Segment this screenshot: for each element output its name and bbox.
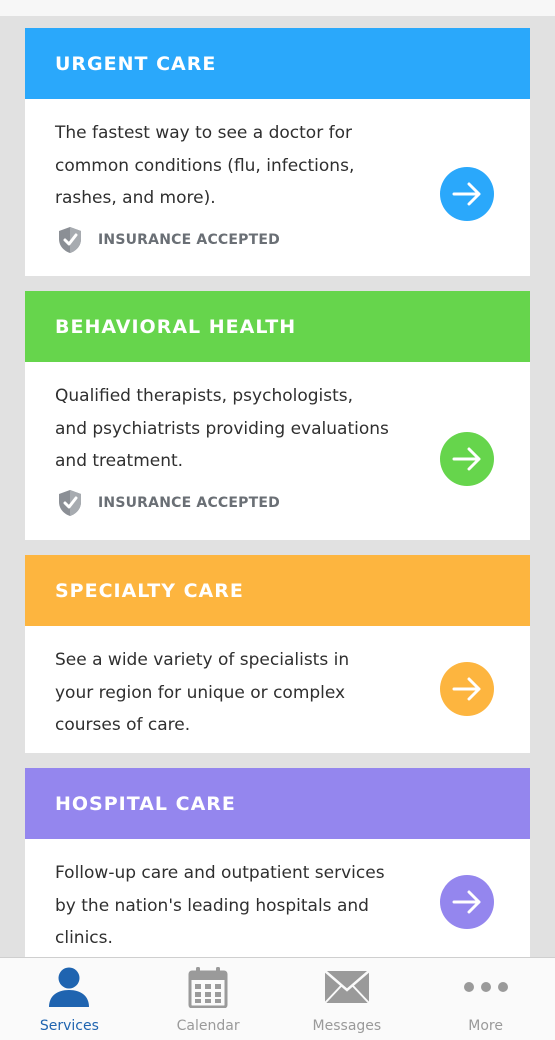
hospital-care-go-button[interactable] bbox=[440, 875, 494, 929]
card-title: URGENT CARE bbox=[55, 52, 217, 75]
tab-label: Services bbox=[39, 1018, 99, 1034]
card-description: The fastest way to see a doctor for comm… bbox=[55, 123, 355, 208]
card-title: HOSPITAL CARE bbox=[55, 792, 236, 815]
service-card-behavioral-health[interactable]: BEHAVIORAL HEALTH Qualified therapists, … bbox=[25, 291, 530, 540]
shield-check-icon bbox=[59, 489, 81, 516]
tab-label: Calendar bbox=[176, 1018, 240, 1034]
card-header: SPECIALTY CARE bbox=[25, 555, 530, 626]
calendar-icon bbox=[185, 966, 231, 1008]
arrow-right-icon bbox=[452, 890, 481, 914]
service-card-specialty-care[interactable]: SPECIALTY CARE See a wide variety of spe… bbox=[25, 555, 530, 753]
card-title: BEHAVIORAL HEALTH bbox=[55, 315, 297, 338]
card-description: Follow-up care and outpatient services b… bbox=[55, 863, 385, 948]
card-description: See a wide variety of specialists in you… bbox=[55, 650, 350, 735]
service-card-urgent-care[interactable]: URGENT CARE The fastest way to see a doc… bbox=[25, 28, 530, 276]
envelope-icon bbox=[324, 966, 370, 1008]
urgent-care-go-button[interactable] bbox=[440, 167, 494, 221]
card-header: HOSPITAL CARE bbox=[25, 768, 530, 839]
card-description: Qualified therapists, psychologists, and… bbox=[55, 386, 389, 471]
shield-check-icon bbox=[59, 226, 81, 253]
tab-calendar[interactable]: Calendar bbox=[139, 958, 278, 1040]
more-dots-icon bbox=[463, 966, 509, 1008]
arrow-right-icon bbox=[452, 677, 481, 701]
top-bar bbox=[0, 0, 555, 16]
tab-label: Messages bbox=[312, 1018, 382, 1034]
arrow-right-icon bbox=[452, 447, 481, 471]
insurance-badge: INSURANCE ACCEPTED bbox=[55, 225, 390, 255]
tab-messages[interactable]: Messages bbox=[278, 958, 417, 1040]
card-header: URGENT CARE bbox=[25, 28, 530, 99]
tab-services[interactable]: Services bbox=[0, 958, 139, 1040]
specialty-care-go-button[interactable] bbox=[440, 662, 494, 716]
tab-more[interactable]: More bbox=[416, 958, 555, 1040]
service-card-hospital-care[interactable]: HOSPITAL CARE Follow-up care and outpati… bbox=[25, 768, 530, 968]
behavioral-health-go-button[interactable] bbox=[440, 432, 494, 486]
card-title: SPECIALTY CARE bbox=[55, 579, 244, 602]
services-list: URGENT CARE The fastest way to see a doc… bbox=[25, 28, 530, 983]
card-header: BEHAVIORAL HEALTH bbox=[25, 291, 530, 362]
insurance-label: INSURANCE ACCEPTED bbox=[98, 494, 280, 511]
insurance-badge: INSURANCE ACCEPTED bbox=[55, 488, 390, 518]
arrow-right-icon bbox=[452, 182, 481, 206]
person-icon bbox=[46, 966, 92, 1008]
bottom-tab-bar: Services Calendar Messages More bbox=[0, 957, 555, 1040]
insurance-label: INSURANCE ACCEPTED bbox=[98, 231, 280, 248]
tab-label: More bbox=[468, 1018, 503, 1034]
